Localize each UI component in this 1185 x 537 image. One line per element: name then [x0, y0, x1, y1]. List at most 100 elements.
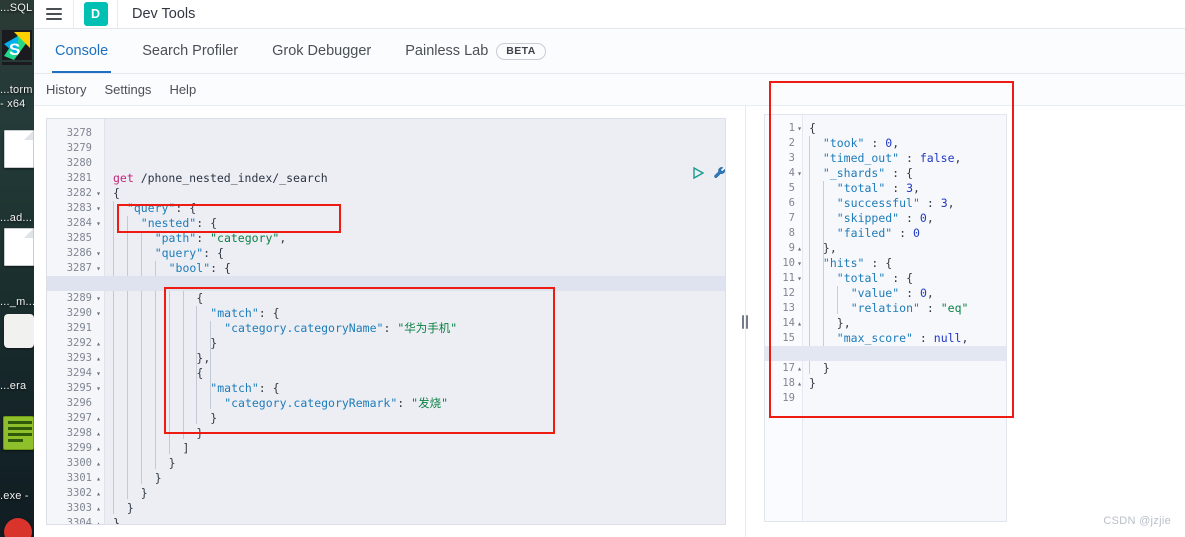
fold-toggle-icon[interactable]: ▾ [795, 271, 804, 286]
response-line-number: 8 [788, 227, 795, 239]
response-editor[interactable]: { "took" : 0, "timed_out" : false, "_shards… [764, 114, 1007, 522]
fold-toggle-icon[interactable]: ▴ [795, 376, 804, 391]
response-pane[interactable]: { "took" : 0, "timed_out" : false, "_shards… [756, 106, 1185, 537]
tab-console[interactable]: Console [38, 29, 125, 73]
editor-code-line: } [210, 336, 218, 350]
svg-text:S: S [9, 40, 20, 59]
editor-code-line: } [113, 516, 120, 525]
response-code-line: "total" : { [836, 271, 914, 285]
menu-toggle-button[interactable] [34, 0, 74, 28]
response-code-line: } [809, 376, 816, 390]
beta-badge: BETA [496, 42, 546, 60]
editor-code-line: "query": { [154, 246, 224, 260]
fold-toggle-icon[interactable]: ▴ [94, 426, 103, 441]
top-header-bar: D Dev Tools [34, 0, 1185, 29]
wrench-icon[interactable] [713, 166, 725, 180]
editor-code-line: } [210, 411, 218, 425]
response-line-number: 12 [782, 287, 795, 299]
editor-code-line: "category.categoryRemark": "发烧" [224, 396, 449, 410]
response-code-line: "failed" : 0 [836, 226, 920, 240]
editor-action-icons[interactable] [691, 166, 725, 180]
fold-toggle-icon[interactable]: ▾ [94, 261, 103, 276]
fold-toggle-icon[interactable]: ▴ [795, 361, 804, 376]
drag-handle-icon[interactable] [741, 314, 749, 329]
tab-console-label: Console [55, 43, 109, 59]
fold-toggle-icon[interactable]: ▴ [94, 501, 103, 516]
editor-line-number: 3285 [66, 232, 92, 244]
fold-toggle-icon[interactable]: ▾ [94, 216, 103, 231]
editor-code-line: { [196, 366, 204, 380]
response-line-number: 17 [782, 362, 795, 374]
fold-toggle-icon[interactable]: ▴ [795, 316, 804, 331]
response-code-line: "_shards" : { [822, 166, 913, 180]
editor-code-line: } [168, 456, 176, 470]
response-line-number: 10 [782, 257, 795, 269]
opera-icon [4, 314, 34, 348]
play-icon[interactable] [691, 166, 705, 180]
fold-toggle-icon[interactable]: ▴ [94, 516, 103, 524]
response-line-number: 9 [788, 242, 795, 254]
fold-toggle-icon[interactable]: ▾ [94, 201, 103, 216]
console-subnav: History Settings Help [34, 74, 1185, 106]
fold-toggle-icon[interactable]: ▴ [94, 456, 103, 471]
editor-code-line: } [154, 471, 162, 485]
response-line-number: 15 [782, 332, 795, 344]
editor-line-number: 3281 [66, 172, 92, 184]
app-logo[interactable]: D [74, 0, 118, 28]
editor-line-number: 3280 [66, 157, 92, 169]
request-editor[interactable]: get /phone_nested_index/_search{"query":… [46, 118, 726, 525]
fold-toggle-icon[interactable]: ▾ [795, 121, 804, 136]
fold-toggle-icon[interactable]: ▴ [94, 336, 103, 351]
indent-guide [809, 136, 810, 374]
fold-toggle-icon[interactable]: ▾ [94, 306, 103, 321]
desktop-label: - x64 [0, 98, 26, 110]
editor-code-line: "match": { [210, 381, 280, 395]
response-code-line: "timed_out" : false, [822, 151, 962, 165]
editor-code-line: ] [182, 441, 190, 455]
jetbrains-icon: S [0, 26, 34, 78]
fold-toggle-icon[interactable]: ▾ [94, 291, 103, 306]
tab-grok-debugger[interactable]: Grok Debugger [255, 29, 388, 73]
subnav-item-help[interactable]: Help [169, 82, 196, 97]
request-editor-pane[interactable]: get /phone_nested_index/_search{"query":… [34, 106, 734, 537]
response-active-line [765, 346, 1006, 361]
desktop-background-strip: ...SQL S ...torm - x64 ...ad... ..._m...… [0, 0, 34, 537]
fold-toggle-icon[interactable]: ▴ [94, 486, 103, 501]
editor-active-line [47, 276, 725, 291]
fold-toggle-icon[interactable]: ▴ [94, 441, 103, 456]
tab-search-profiler[interactable]: Search Profiler [125, 29, 255, 73]
response-code-line: "took" : 0, [822, 136, 900, 150]
desktop-label: ...SQL [0, 2, 33, 14]
fold-toggle-icon[interactable]: ▾ [94, 381, 103, 396]
fold-toggle-icon[interactable]: ▾ [94, 186, 103, 201]
console-workarea: get /phone_nested_index/_search{"query":… [34, 106, 1185, 537]
fold-toggle-icon[interactable]: ▴ [94, 351, 103, 366]
tab-painless-lab[interactable]: Painless Lab BETA [388, 29, 562, 73]
editor-line-number: 3278 [66, 127, 92, 139]
desktop-label: ..._m... [0, 296, 34, 308]
fold-toggle-icon[interactable]: ▾ [795, 256, 804, 271]
response-line-number: 2 [788, 137, 795, 149]
pane-divider[interactable] [734, 106, 756, 537]
fold-toggle-icon[interactable]: ▾ [94, 366, 103, 381]
indent-guide [836, 286, 838, 314]
response-line-number: 6 [788, 197, 795, 209]
editor-code-line: "query": { [126, 201, 197, 215]
response-code-line: "hits" : { [822, 256, 893, 270]
fold-toggle-icon[interactable]: ▴ [94, 471, 103, 486]
document-file-icon [4, 228, 34, 266]
subnav-item-settings[interactable]: Settings [104, 82, 151, 97]
fold-toggle-icon[interactable]: ▴ [94, 411, 103, 426]
response-code-line: "relation" : "eq" [850, 301, 969, 315]
response-code-line: { [809, 121, 816, 135]
fold-toggle-icon[interactable]: ▾ [795, 166, 804, 181]
editor-code-line: "match": { [210, 306, 280, 320]
desktop-label: ...era [0, 380, 27, 392]
editor-code-area[interactable]: get /phone_nested_index/_search{"query":… [105, 119, 725, 524]
fold-toggle-icon[interactable]: ▴ [795, 241, 804, 256]
response-code-line: "value" : 0, [850, 286, 934, 300]
response-line-number: 14 [782, 317, 795, 329]
subnav-item-history[interactable]: History [46, 82, 86, 97]
page-title: Dev Tools [132, 6, 196, 22]
fold-toggle-icon[interactable]: ▾ [94, 246, 103, 261]
